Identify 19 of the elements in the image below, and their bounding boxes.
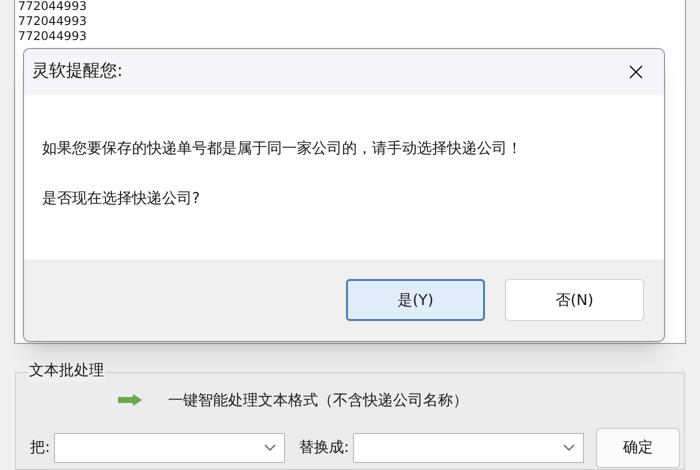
field-label: 把: <box>30 437 50 458</box>
dropdown-field[interactable] <box>353 432 584 462</box>
close-icon <box>629 65 643 79</box>
list-row[interactable]: 772044993 <box>18 14 100 29</box>
dialog-button[interactable]: 否(N) <box>505 279 644 321</box>
message-text: 如果您要保存的快递单号都是属于同一家公司的，请手动选择快递公司！ <box>42 138 523 158</box>
dropdown-field[interactable] <box>54 432 285 462</box>
group-title: 文本批处理 <box>28 359 105 382</box>
action-link[interactable]: 一键智能处理文本格式（不含快递公司名称） <box>168 389 468 412</box>
arrow-right-icon <box>118 394 142 406</box>
list-row[interactable]: 772044993 <box>18 0 100 14</box>
confirm-button[interactable]: 确定 <box>596 428 680 468</box>
field-label: 替换成: <box>299 437 350 458</box>
list-row[interactable]: 772044993 <box>18 29 100 44</box>
dialog-button[interactable]: 是(Y) <box>346 279 485 321</box>
dialog-title: 灵软提醒您: <box>32 60 123 84</box>
chevron-down-icon <box>563 444 575 452</box>
chevron-down-icon <box>264 444 276 452</box>
message-text: 是否现在选择快递公司? <box>42 188 201 208</box>
